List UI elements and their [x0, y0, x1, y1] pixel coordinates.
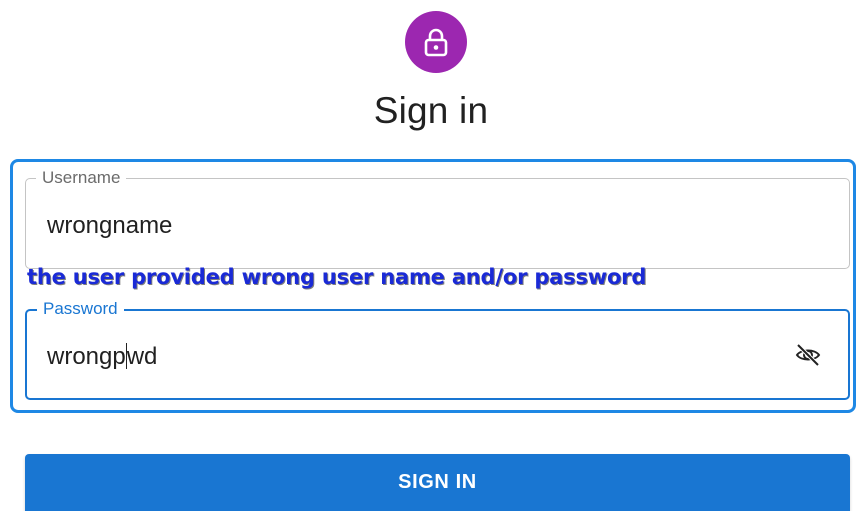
password-text-after-caret: wd: [126, 343, 158, 370]
sign-in-button[interactable]: SIGN IN: [25, 454, 850, 511]
password-input[interactable]: wrongpwd: [47, 343, 157, 371]
avatar: [405, 11, 467, 73]
toggle-password-visibility-button[interactable]: [788, 337, 828, 377]
lock-icon: [422, 27, 450, 57]
username-label: Username: [36, 168, 127, 188]
password-label: Password: [37, 299, 124, 319]
password-field[interactable]: Password wrongpwd: [25, 299, 850, 400]
username-field[interactable]: Username wrongname: [25, 168, 850, 269]
eye-off-icon: [793, 340, 823, 375]
page-title: Sign in: [373, 90, 489, 131]
password-text-before-caret: wrongp: [47, 343, 126, 370]
error-annotation: the user provided wrong user name and/or…: [27, 265, 647, 289]
username-input[interactable]: wrongname: [47, 212, 172, 240]
sign-in-page: Sign in Username wrongname the user prov…: [0, 0, 862, 511]
